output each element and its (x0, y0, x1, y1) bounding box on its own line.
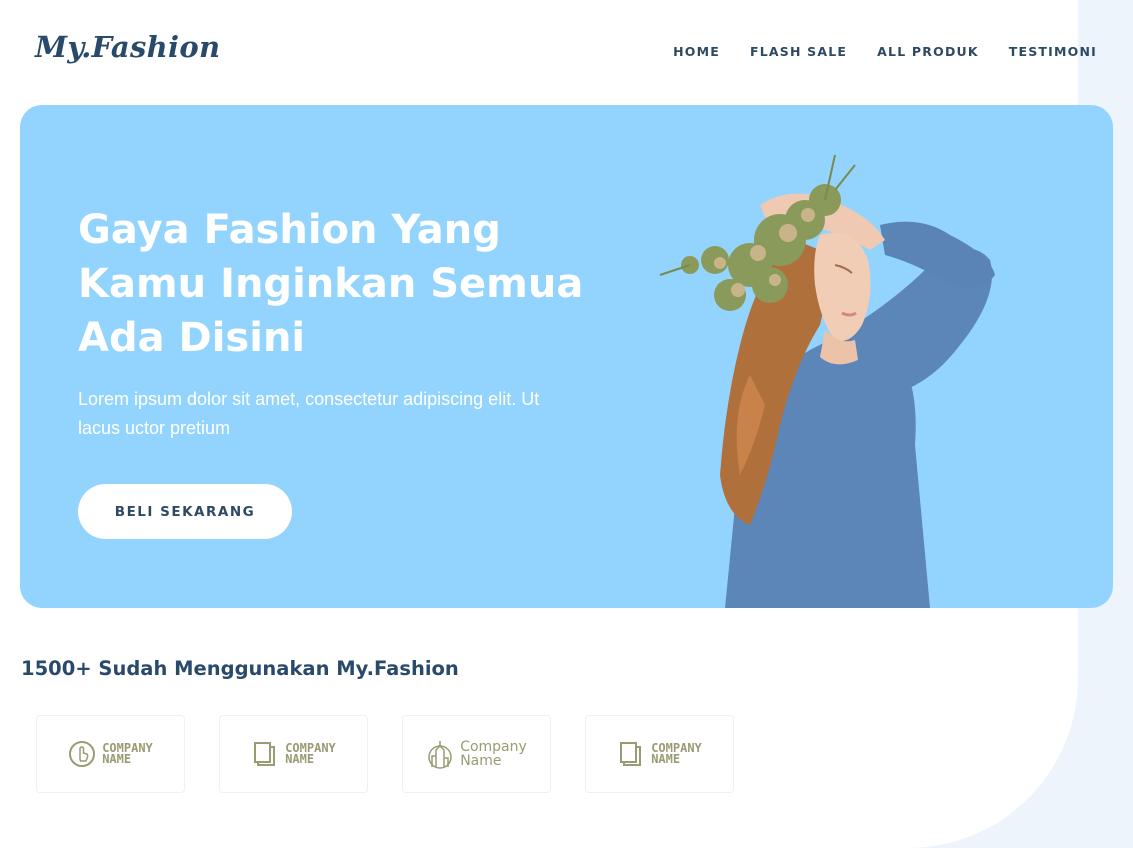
company-logo-card: Company Name (402, 715, 551, 793)
buy-now-button[interactable]: BELI SEKARANG (78, 484, 292, 539)
site-logo[interactable]: My.Fashion (35, 30, 220, 64)
company-name-label: COMPANY NAME (285, 741, 336, 766)
company-name-label: Company Name (460, 739, 527, 769)
company-name-label: COMPANY NAME (651, 741, 702, 766)
hero-title: Gaya Fashion Yang Kamu Inginkan Semua Ad… (78, 207, 584, 361)
trust-heading: 1500+ Sudah Menggunakan My.Fashion (21, 657, 459, 680)
nav-home[interactable]: HOME (673, 44, 720, 59)
site-header: My.Fashion HOME FLASH SALE ALL PRODUK TE… (0, 0, 1133, 105)
company-logo-card: COMPANY NAME (219, 715, 368, 793)
company-logo-card: COMPANY NAME (36, 715, 185, 793)
woman-in-blue-sweater-with-flowers-image (659, 154, 995, 608)
pages-icon (251, 740, 279, 768)
hero-banner: Gaya Fashion Yang Kamu Inginkan Semua Ad… (20, 105, 1113, 608)
company-name-label: COMPANY NAME (102, 741, 153, 766)
nav-all-produk[interactable]: ALL PRODUK (877, 44, 979, 59)
building-icon (426, 740, 454, 769)
nav-flash-sale[interactable]: FLASH SALE (750, 44, 847, 59)
nav-testimoni[interactable]: TESTIMONI (1009, 44, 1097, 59)
hero-description: Lorem ipsum dolor sit amet, consectetur … (78, 389, 540, 438)
main-nav: HOME FLASH SALE ALL PRODUK TESTIMONI (673, 44, 1097, 59)
company-logo-card: COMPANY NAME (585, 715, 734, 793)
company-logos: COMPANY NAME COMPANY NAME Company Name COMP… (36, 715, 734, 793)
hand-pointer-icon (68, 740, 96, 768)
pages-icon (617, 740, 645, 768)
